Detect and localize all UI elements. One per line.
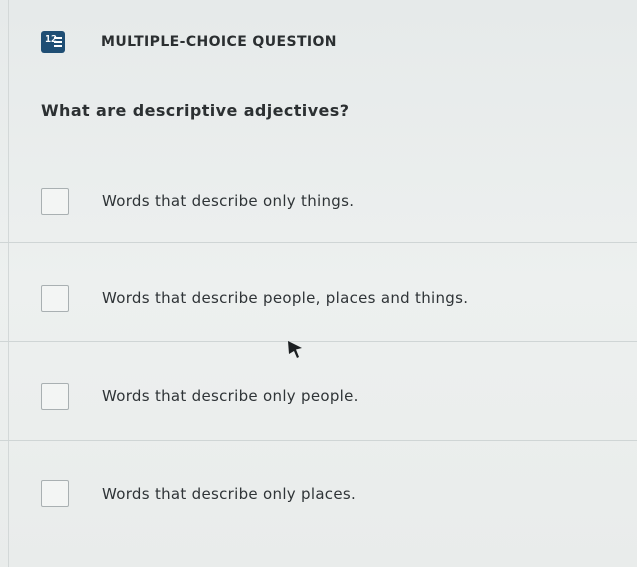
quiz-page: 12 MULTIPLE-CHOICE QUESTION What are des… xyxy=(0,0,637,567)
multiple-choice-list-icon: 12 xyxy=(41,31,65,53)
answer-option-2[interactable]: Words that describe people, places and t… xyxy=(0,248,637,346)
question-text: What are descriptive adjectives? xyxy=(41,101,350,120)
mouse-pointer-icon xyxy=(288,341,302,358)
option-divider xyxy=(0,242,637,243)
answer-label-2[interactable]: Words that describe people, places and t… xyxy=(102,289,468,307)
answer-checkbox-4[interactable] xyxy=(41,480,69,507)
answer-label-3[interactable]: Words that describe only people. xyxy=(102,387,359,405)
answer-option-3[interactable]: Words that describe only people. xyxy=(0,345,637,443)
answer-option-1[interactable]: Words that describe only things. xyxy=(0,150,637,248)
question-type-label: MULTIPLE-CHOICE QUESTION xyxy=(101,34,337,50)
question-header: 12 MULTIPLE-CHOICE QUESTION xyxy=(41,29,337,55)
answer-label-4[interactable]: Words that describe only places. xyxy=(102,485,356,503)
answer-checkbox-1[interactable] xyxy=(41,188,69,215)
answer-checkbox-2[interactable] xyxy=(41,285,69,312)
option-divider xyxy=(0,341,637,342)
option-divider xyxy=(0,440,637,441)
answer-option-4[interactable]: Words that describe only places. xyxy=(0,442,637,540)
answer-label-1[interactable]: Words that describe only things. xyxy=(102,192,354,210)
answer-checkbox-3[interactable] xyxy=(41,383,69,410)
